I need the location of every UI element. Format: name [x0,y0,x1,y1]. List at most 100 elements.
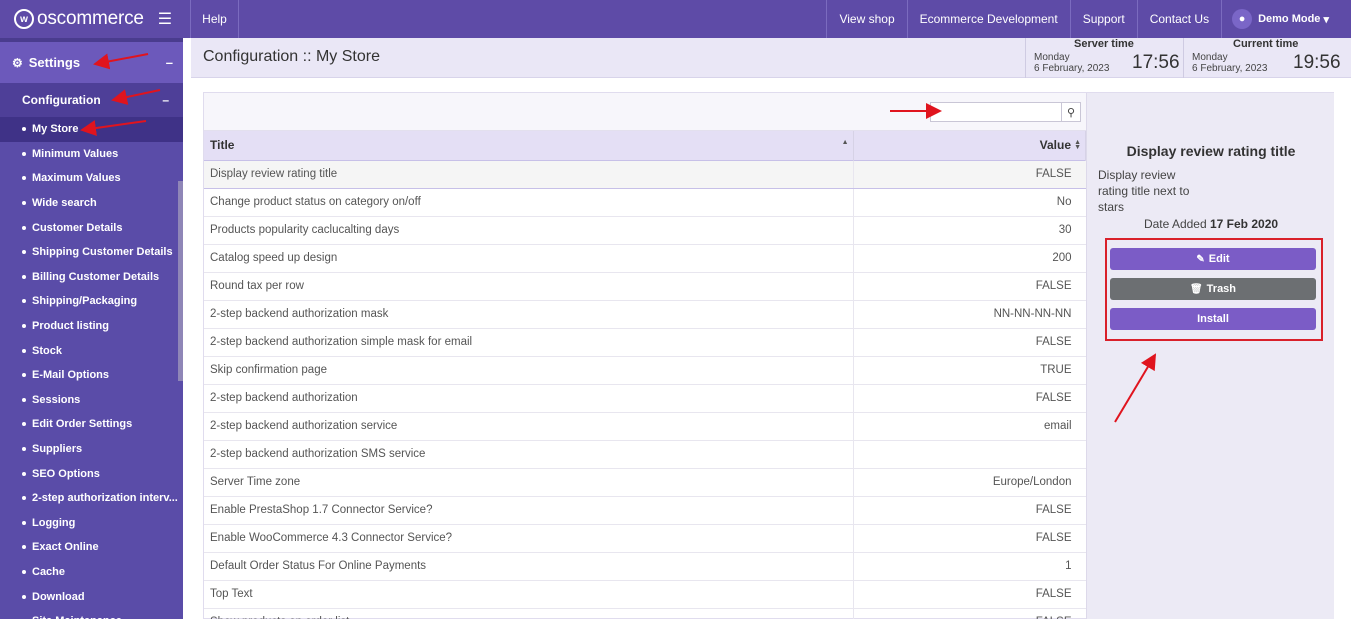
table-row[interactable]: 2-step backend authorization mask NN-NN-N… [204,300,1086,329]
info-description: Display review rating title next to star… [1098,168,1190,214]
support-link[interactable]: Support [1069,0,1137,38]
sidebar-item[interactable]: Product listing [0,314,183,339]
column-header-title[interactable]: Title ▲ [204,131,854,160]
info-date: Date Added 17 Feb 2020 [1087,217,1335,231]
edit-button[interactable]: ✎ Edit [1110,248,1316,270]
bullet-icon [22,176,26,181]
row-title: Show products on order list [204,608,854,619]
row-value: 200 [853,244,1086,273]
menu-toggle-icon[interactable]: ☰ [158,9,172,29]
bullet-icon [22,250,26,255]
sidebar-item[interactable]: Shipping Customer Details [0,240,183,265]
sidebar-item[interactable]: Download [0,584,183,609]
gears-icon: ⚙ [12,55,23,70]
current-clock: 19:56 [1293,52,1341,73]
row-value: FALSE [853,496,1086,525]
bullet-icon [22,471,26,476]
sidebar-item[interactable]: Suppliers [0,437,183,462]
table-row[interactable]: Enable WooCommerce 4.3 Connector Service… [204,524,1086,553]
current-date: 6 February, 2023 [1192,63,1268,74]
sidebar-item[interactable]: Edit Order Settings [0,412,183,437]
table-row[interactable]: 2-step backend authorization FALSE [204,384,1086,413]
sidebar-item[interactable]: Stock [0,338,183,363]
install-label: Install [1197,313,1229,325]
collapse-icon[interactable]: – [162,93,169,107]
sidebar-item[interactable]: Shipping/Packaging [0,289,183,314]
search-input[interactable] [930,102,1063,122]
row-value: FALSE [853,272,1086,301]
row-title: Products popularity caclucalting days [204,216,854,245]
sidebar-item[interactable]: Exact Online [0,535,183,560]
row-title: Display review rating title [204,159,854,189]
column-header-value[interactable]: Value ▲ ▼ [853,131,1086,160]
row-value: FALSE [853,328,1086,357]
ecommerce-development-link[interactable]: Ecommerce Development [906,0,1070,38]
collapse-icon[interactable]: – [166,55,173,70]
table-row[interactable]: 2-step backend authorization SMS service [204,440,1086,469]
table-row[interactable]: Top Text FALSE [204,580,1086,609]
sort-icon[interactable]: ▲ ▼ [1074,139,1081,151]
table-row[interactable]: Skip confirmation page TRUE [204,356,1086,385]
sidebar-item[interactable]: Maximum Values [0,166,183,191]
install-button[interactable]: Install [1110,308,1316,330]
sidebar-item[interactable]: E-Mail Options [0,363,183,388]
sidebar-item[interactable]: Logging [0,511,183,536]
sidebar-item[interactable]: Wide search [0,191,183,216]
sort-asc-icon[interactable]: ▲ [842,139,849,146]
sidebar-configuration[interactable]: Configuration – [0,83,183,117]
row-title: Enable PrestaShop 1.7 Connector Service? [204,496,854,525]
sidebar-scrollbar[interactable] [178,181,183,381]
help-link[interactable]: Help [191,0,239,38]
table-row[interactable]: Enable PrestaShop 1.7 Connector Service?… [204,496,1086,525]
row-title: 2-step backend authorization SMS service [204,440,854,469]
row-title: 2-step backend authorization service [204,412,854,441]
server-clock: 17:56 [1132,52,1180,73]
sidebar-item-label: Customer Details [32,221,123,234]
sidebar-item[interactable]: Billing Customer Details [0,265,183,290]
logo[interactable]: w oscommerce ☰ [0,0,191,38]
user-icon: ● [1232,9,1253,29]
table-row[interactable]: Display review rating title FALSE [204,159,1086,189]
sidebar-settings[interactable]: ⚙ Settings – [0,38,183,83]
sidebar-item[interactable]: Site Maintenance [0,609,183,619]
main-panel: ⚲ Title ▲ Value ▲ ▼ Display review rating… [203,92,1334,619]
table-row[interactable]: Catalog speed up design 200 [204,244,1086,273]
row-value [853,440,1086,469]
chevron-down-icon: ▾ [1320,13,1329,26]
trash-button[interactable]: 🗑 Trash [1110,278,1316,300]
user-menu[interactable]: ● Demo Mode ▾ [1221,0,1351,38]
sidebar-item[interactable]: 2-step authorization interv... [0,486,183,511]
bullet-icon [22,201,26,206]
sidebar-item[interactable]: SEO Options [0,461,183,486]
column-title-label: Title [210,138,235,153]
current-time-label: Current time [1233,38,1299,50]
table-row[interactable]: Show products on order listFALSE [204,608,1086,619]
server-date: 6 February, 2023 [1034,63,1110,74]
logo-icon: w [14,9,34,29]
table-row[interactable]: Change product status on category on/off… [204,188,1086,217]
sidebar-item-label: Maximum Values [32,172,121,185]
table-row[interactable]: Products popularity caclucalting days 30 [204,216,1086,245]
row-title: Top Text [204,580,854,609]
sidebar-item[interactable]: My Store [0,117,183,142]
sidebar-item[interactable]: Minimum Values [0,142,183,167]
edit-label: Edit [1208,253,1230,265]
table-row[interactable]: 2-step backend authorization service emai… [204,412,1086,441]
sidebar-item-label: Shipping Customer Details [32,246,173,259]
table-row[interactable]: 2-step backend authorization simple mask… [204,328,1086,357]
search-icon[interactable]: ⚲ [1061,102,1081,122]
bullet-icon [22,373,26,378]
table-row[interactable]: Round tax per row FALSE [204,272,1086,301]
column-value-label: Value [1039,138,1071,153]
sidebar-item[interactable]: Sessions [0,388,183,413]
table-row[interactable]: Default Order Status For Online Payments… [204,552,1086,581]
row-value: FALSE [853,159,1086,189]
sidebar-item[interactable]: Customer Details [0,215,183,240]
view-shop-link[interactable]: View shop [826,0,906,38]
sidebar-item[interactable]: Cache [0,560,183,585]
sidebar-item-label: Sessions [32,393,81,406]
row-value: FALSE [853,384,1086,413]
pencil-icon: ✎ [1196,253,1205,265]
table-row[interactable]: Server Time zone Europe/London [204,468,1086,497]
contact-us-link[interactable]: Contact Us [1136,0,1221,38]
